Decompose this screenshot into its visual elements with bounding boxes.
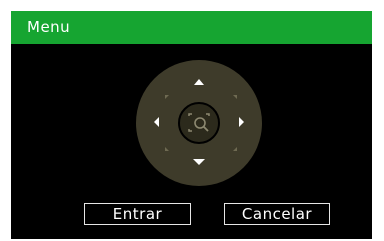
- center-ring[interactable]: [178, 102, 220, 144]
- cancel-button[interactable]: Cancelar: [224, 203, 330, 225]
- zoom-search-button[interactable]: [178, 102, 220, 144]
- enter-button[interactable]: Entrar: [84, 203, 191, 225]
- screen: Menu Entrar Cancelar: [0, 0, 384, 241]
- menu-dialog: Menu Entrar Cancelar: [11, 11, 372, 239]
